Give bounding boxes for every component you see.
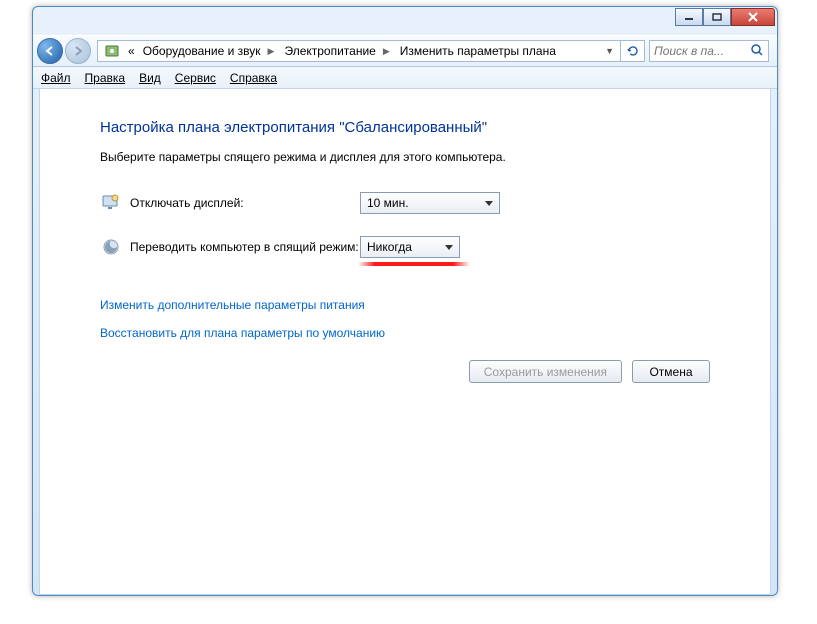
link-advanced-settings[interactable]: Изменить дополнительные параметры питани…: [100, 298, 710, 312]
cancel-button[interactable]: Отмена: [632, 360, 710, 383]
page-title: Настройка плана электропитания "Сбаланси…: [100, 119, 710, 136]
sleep-icon: [100, 236, 122, 258]
chevron-right-icon: ▶: [381, 46, 392, 57]
minimize-button[interactable]: [675, 8, 703, 26]
window-buttons: [675, 8, 775, 26]
control-panel-icon: [103, 43, 121, 59]
breadcrumb-prefix[interactable]: «: [124, 44, 139, 58]
annotation-underline: [358, 262, 470, 266]
arrow-left-icon: [44, 45, 56, 57]
close-button[interactable]: [731, 8, 775, 26]
menu-file[interactable]: Файл: [41, 71, 71, 85]
breadcrumb-hardware[interactable]: Оборудование и звук▶: [139, 44, 281, 58]
breadcrumb-edit-plan[interactable]: Изменить параметры плана: [396, 44, 560, 58]
search-box[interactable]: [649, 40, 769, 62]
row-sleep: Переводить компьютер в спящий режим: Ник…: [100, 236, 710, 258]
display-off-combo[interactable]: 10 мин.: [360, 192, 500, 214]
menu-edit[interactable]: Правка: [85, 71, 126, 85]
sleep-combo[interactable]: Никогда: [360, 236, 460, 258]
maximize-button[interactable]: [703, 8, 731, 26]
breadcrumb-power[interactable]: Электропитание▶: [280, 44, 395, 58]
chevron-right-icon: ▶: [266, 46, 277, 57]
search-icon[interactable]: [750, 43, 764, 60]
menu-bar: Файл Правка Вид Сервис Справка: [33, 67, 777, 89]
address-bar[interactable]: « Оборудование и звук▶ Электропитание▶ И…: [97, 40, 621, 62]
search-input[interactable]: [654, 44, 734, 58]
forward-button[interactable]: [65, 38, 91, 64]
page-subtitle: Выберите параметры спящего режима и дисп…: [100, 150, 710, 164]
chevron-down-icon: [485, 201, 493, 206]
save-button[interactable]: Сохранить изменения: [469, 360, 622, 383]
explorer-window: « Оборудование и звук▶ Электропитание▶ И…: [32, 6, 778, 596]
monitor-icon: [100, 192, 122, 214]
menu-help[interactable]: Справка: [230, 71, 277, 85]
button-row: Сохранить изменения Отмена: [100, 360, 710, 383]
refresh-icon: [626, 44, 640, 58]
row-display-off: Отключать дисплей: 10 мин.: [100, 192, 710, 214]
display-off-value: 10 мин.: [367, 196, 409, 210]
minimize-icon: [684, 13, 694, 21]
display-off-label: Отключать дисплей:: [130, 196, 360, 210]
sleep-value: Никогда: [367, 240, 412, 254]
content-area: Настройка плана электропитания "Сбаланси…: [39, 89, 771, 595]
chevron-down-icon: [445, 245, 453, 250]
address-wrapper: « Оборудование и звук▶ Электропитание▶ И…: [97, 40, 769, 62]
navigation-bar: « Оборудование и звук▶ Электропитание▶ И…: [33, 35, 777, 67]
refresh-button[interactable]: [621, 40, 645, 62]
arrow-right-icon: [72, 45, 84, 57]
link-restore-defaults[interactable]: Восстановить для плана параметры по умол…: [100, 326, 710, 340]
maximize-icon: [712, 13, 722, 21]
sleep-label: Переводить компьютер в спящий режим:: [130, 240, 360, 254]
address-end: ▼: [601, 46, 618, 56]
menu-view[interactable]: Вид: [139, 71, 161, 85]
chevron-down-icon[interactable]: ▼: [605, 46, 614, 56]
titlebar: [33, 7, 777, 35]
menu-tools[interactable]: Сервис: [175, 71, 216, 85]
back-button[interactable]: [37, 38, 63, 64]
close-icon: [747, 12, 759, 22]
